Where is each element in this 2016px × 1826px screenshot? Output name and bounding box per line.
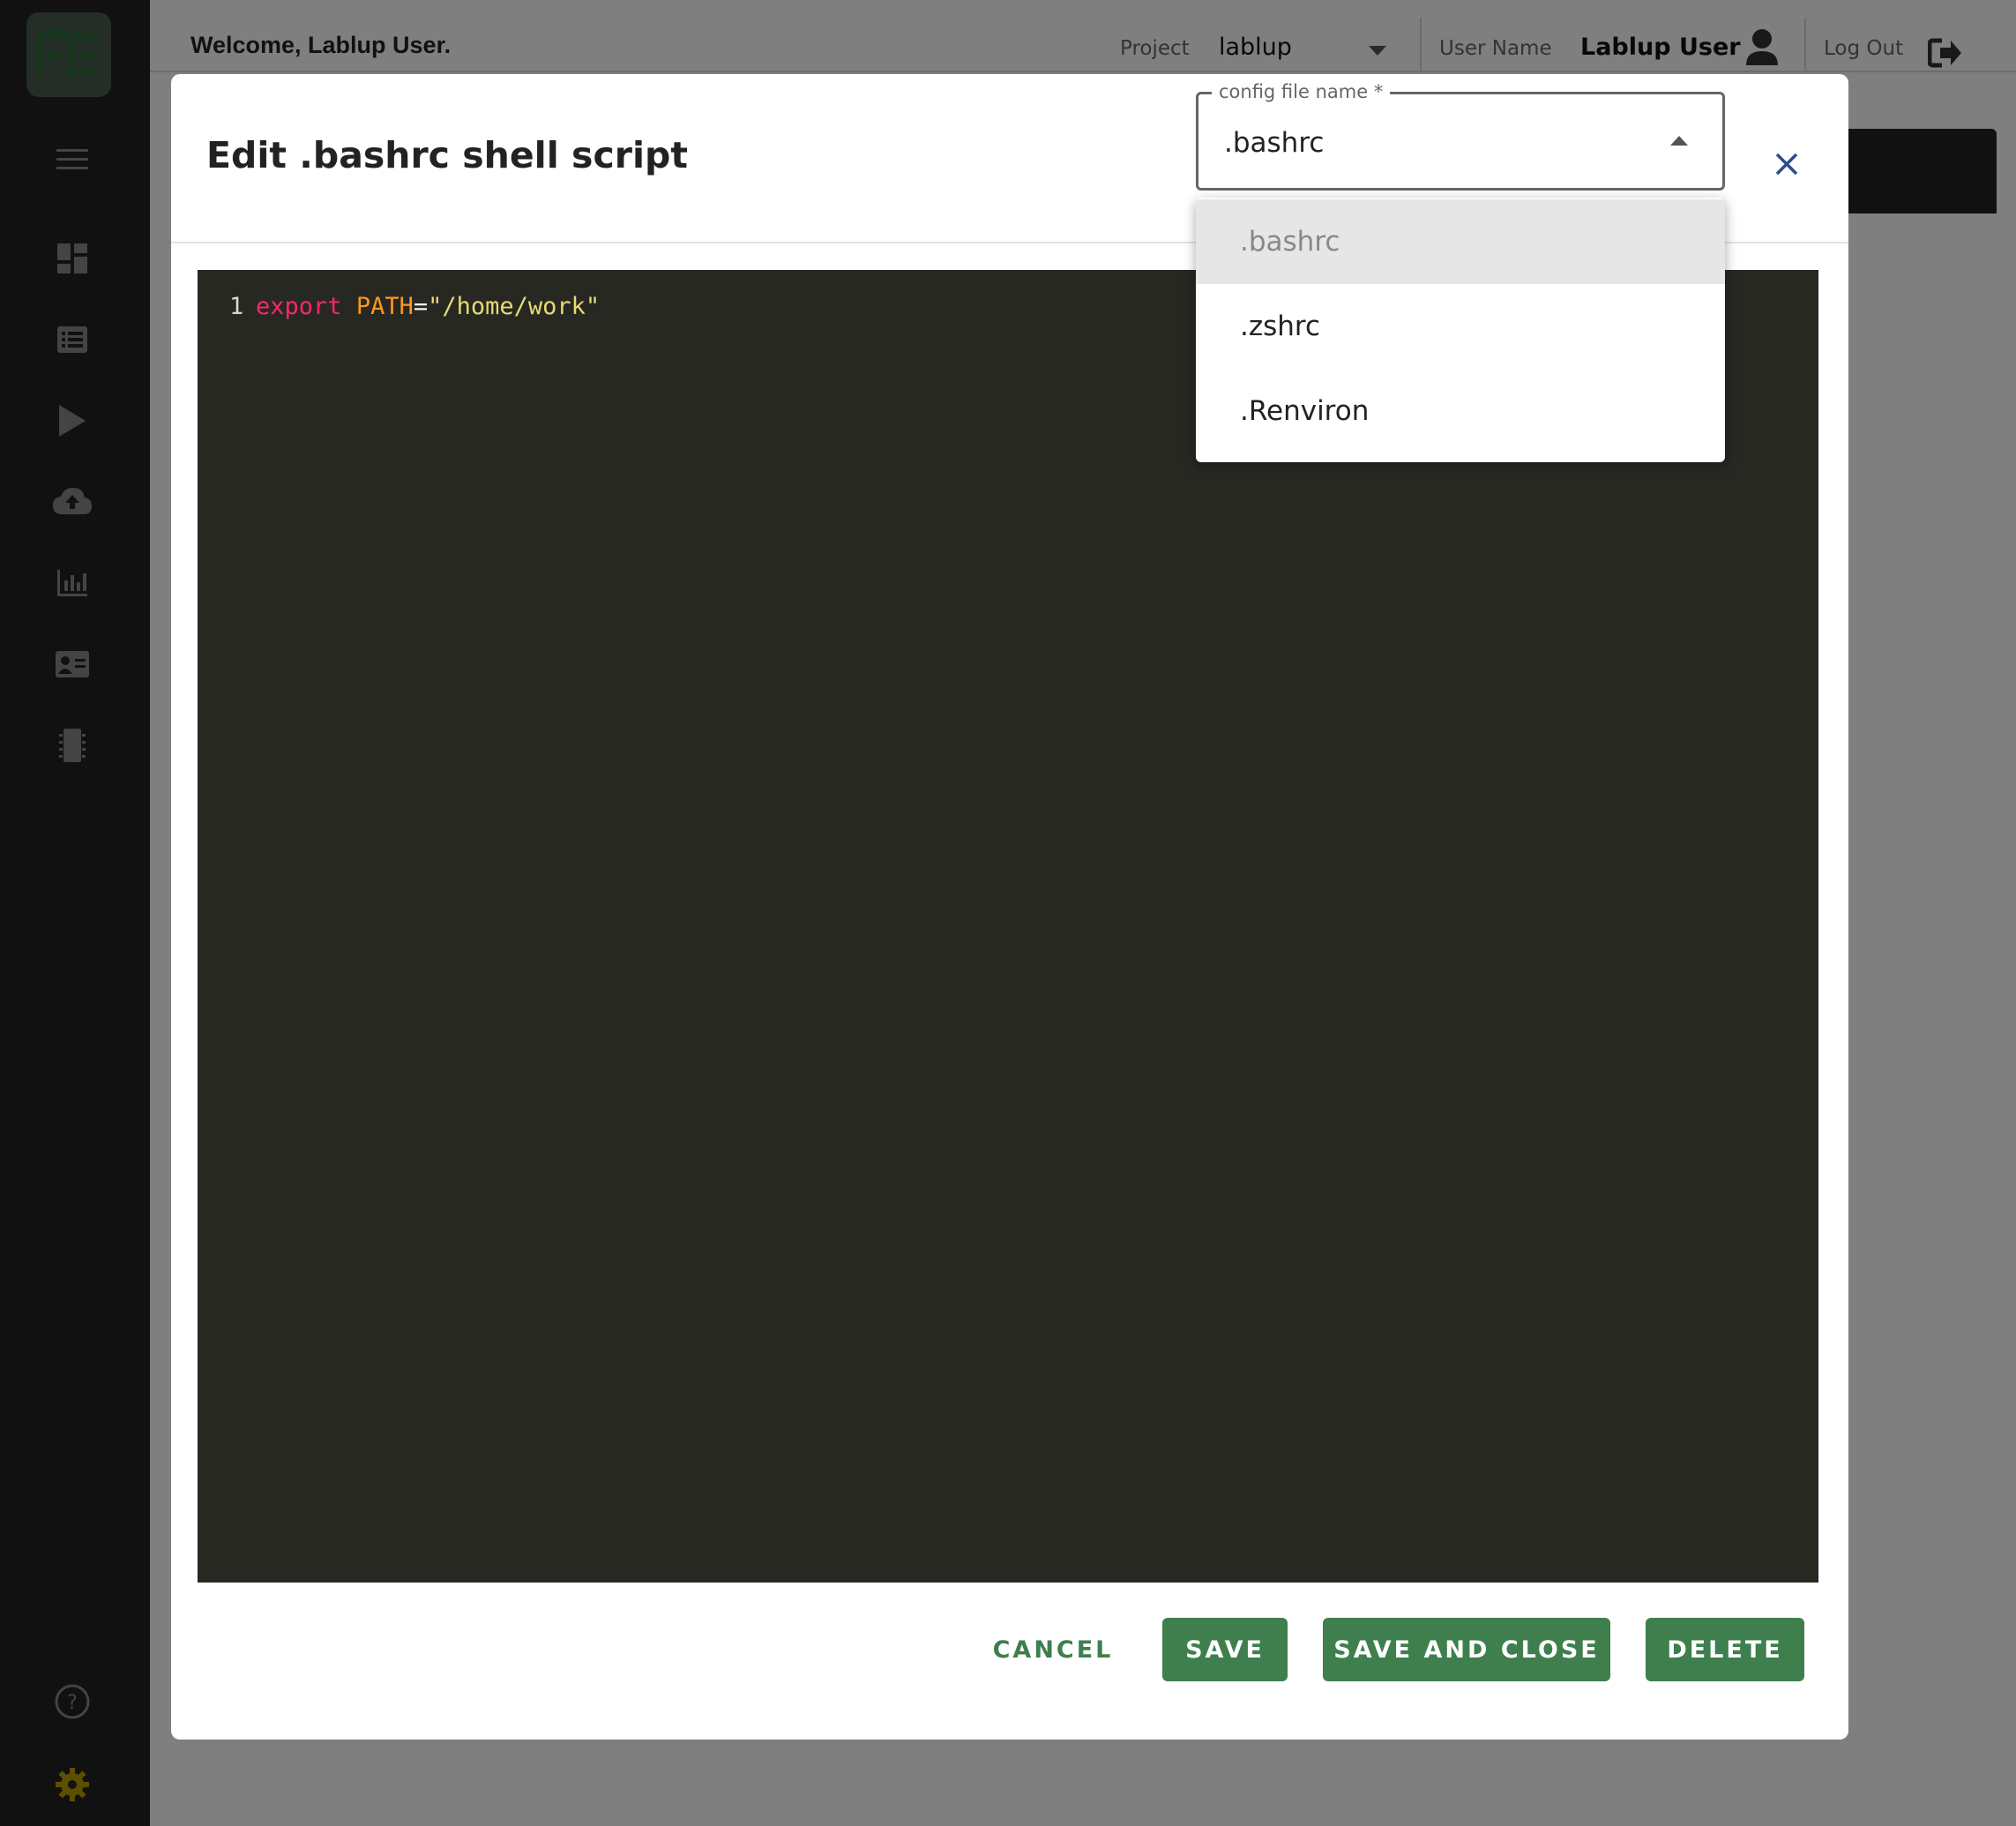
line-number: 1	[229, 293, 244, 320]
menu-item-renviron[interactable]: .Renviron	[1196, 369, 1725, 453]
code-string: "/home/work"	[428, 293, 601, 320]
menu-item-zshrc[interactable]: .zshrc	[1196, 284, 1725, 369]
menu-item-bashrc[interactable]: .bashrc	[1196, 199, 1725, 284]
code-keyword: export	[256, 293, 342, 320]
delete-button[interactable]: DELETE	[1646, 1618, 1804, 1681]
dialog-title: Edit .bashrc shell script	[206, 134, 688, 176]
config-file-menu: .bashrc .zshrc .Renviron	[1196, 198, 1725, 462]
code-operator: =	[413, 293, 429, 320]
config-file-select-value[interactable]: .bashrc	[1224, 127, 1324, 159]
close-button[interactable]	[1758, 136, 1815, 192]
config-file-select-label: config file name *	[1212, 81, 1391, 102]
code-variable: PATH	[355, 293, 414, 320]
save-button[interactable]: SAVE	[1162, 1618, 1288, 1681]
cancel-button[interactable]: CANCEL	[982, 1618, 1124, 1681]
code-line[interactable]: export PATH="/home/work"	[256, 293, 600, 320]
close-icon	[1775, 153, 1798, 176]
chevron-up-icon[interactable]	[1670, 136, 1688, 146]
save-and-close-button[interactable]: SAVE AND CLOSE	[1323, 1618, 1610, 1681]
code-editor[interactable]: 1 export PATH="/home/work"	[198, 270, 1818, 1583]
